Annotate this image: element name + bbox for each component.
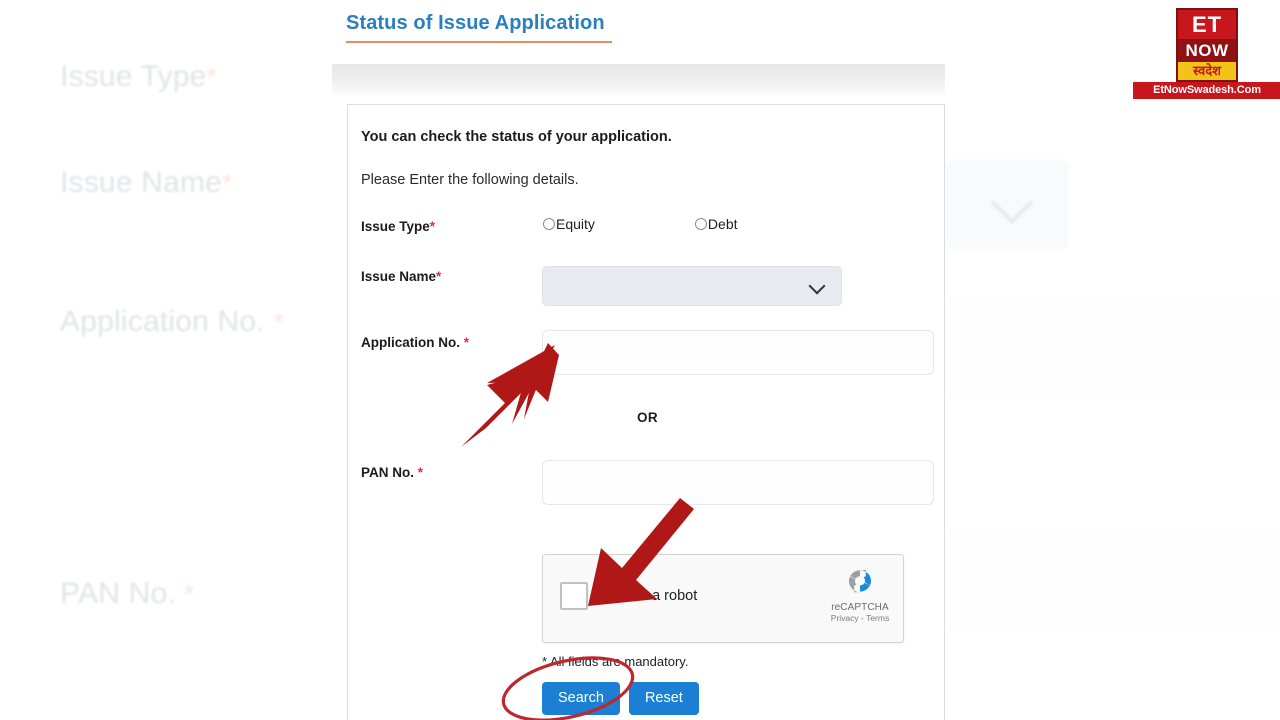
issue-type-radio-group[interactable]: Equity Debt	[543, 216, 738, 232]
background-ghost-required-marker: *	[222, 168, 233, 198]
chevron-down-icon	[990, 181, 1034, 225]
intro-subtext: Please Enter the following details.	[361, 172, 579, 188]
mandatory-fields-note: * All fields are mandatory.	[542, 654, 689, 669]
logo-line-now: NOW	[1176, 39, 1238, 62]
search-button[interactable]: Search	[542, 682, 620, 715]
required-marker: *	[417, 465, 424, 480]
background-ghost-required-marker: *	[206, 62, 217, 92]
radio-button-icon[interactable]	[543, 218, 555, 230]
background-ghost-label-text: Application No.	[60, 305, 274, 338]
recaptcha-checkbox[interactable]	[560, 582, 588, 610]
issue-type-option-label: Equity	[556, 216, 595, 232]
recaptcha-links[interactable]: Privacy - Terms	[828, 613, 892, 623]
application-no-label: Application No. *	[361, 335, 469, 350]
recaptcha-widget[interactable]: I'm not a robot reCAPTCHA Privacy - Term…	[542, 554, 904, 643]
reset-button[interactable]: Reset	[628, 682, 699, 715]
issue-name-label: Issue Name*	[361, 269, 441, 284]
background-ghost-label-issue-name: Issue Name*	[60, 166, 232, 200]
issue-name-select[interactable]	[542, 266, 842, 306]
issue-type-option-equity[interactable]: Equity	[543, 216, 595, 232]
background-ghost-label-text: Issue Name	[60, 166, 223, 199]
background-divider-line	[31, 0, 32, 720]
page-top-gray-bar	[332, 64, 945, 97]
page-title: Status of Issue Application	[346, 12, 605, 34]
background-ghost-label-text: Issue Type	[60, 60, 207, 93]
application-no-input-wrap[interactable]	[542, 330, 934, 375]
issue-type-label-text: Issue Type	[361, 219, 430, 234]
or-separator: OR	[637, 410, 659, 425]
background-ghost-label-text: PAN No.	[60, 577, 185, 610]
application-no-label-text: Application No.	[361, 335, 460, 350]
recaptcha-icon	[849, 570, 871, 593]
page-title-underline	[346, 41, 612, 43]
pan-no-label-text: PAN No.	[361, 465, 414, 480]
recaptcha-brand-text: reCAPTCHA	[831, 602, 889, 613]
background-ghost-label-pan-no: PAN No. *	[60, 577, 195, 611]
logo-website-url: EtNowSwadesh.Com	[1133, 82, 1280, 99]
screenshot-root: Issue Type* Issue Name* Application No. …	[0, 0, 1280, 720]
recaptcha-branding: reCAPTCHA Privacy - Terms	[828, 565, 892, 623]
form-action-buttons: Search Reset	[542, 682, 699, 715]
logo-line-swadesh: स्वदेश	[1176, 62, 1238, 82]
brand-logo: ET NOW स्वदेश	[1176, 8, 1238, 82]
recaptcha-label: I'm not a robot	[605, 588, 698, 604]
background-ghost-required-marker: *	[184, 579, 195, 609]
issue-type-option-label: Debt	[707, 216, 738, 232]
intro-heading: You can check the status of your applica…	[361, 129, 672, 145]
background-ghost-label-application-no: Application No. *	[60, 305, 284, 339]
chevron-down-icon	[808, 277, 826, 295]
background-ghost-input-2	[946, 530, 1278, 628]
application-no-input[interactable]	[543, 331, 933, 374]
issue-type-label: Issue Type*	[361, 219, 435, 234]
required-marker: *	[463, 335, 470, 350]
background-ghost-select	[946, 160, 1068, 248]
logo-line-et: ET	[1176, 8, 1238, 39]
required-marker: *	[429, 219, 436, 234]
background-ghost-input-1	[946, 300, 1278, 398]
issue-type-option-debt[interactable]: Debt	[694, 216, 738, 232]
background-ghost-required-marker: *	[273, 307, 284, 337]
pan-no-input[interactable]	[543, 461, 933, 504]
pan-no-input-wrap[interactable]	[542, 460, 934, 505]
radio-button-icon[interactable]	[694, 218, 707, 230]
required-marker: *	[436, 269, 442, 284]
issue-name-label-text: Issue Name	[361, 269, 437, 284]
background-ghost-label-issue-type: Issue Type*	[60, 60, 217, 94]
pan-no-label: PAN No. *	[361, 465, 423, 480]
